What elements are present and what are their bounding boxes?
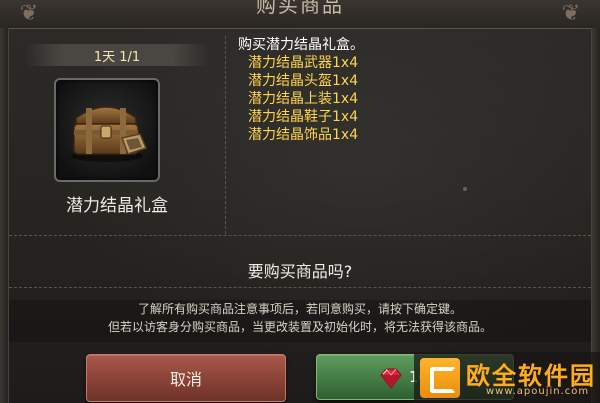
treasure-chest-icon	[71, 106, 148, 162]
dialog-header: ❦ 购买商品 ❦	[0, 0, 600, 29]
notice-line: 但若以访客身分购买商品，当更改装置及初始化时，将无法获得该商品。	[107, 320, 492, 334]
content-line: 潜力结晶饰品1x4	[248, 127, 359, 143]
frame-left-rail	[0, 28, 9, 403]
content-line: 潜力结晶上装1x4	[248, 91, 359, 107]
cancel-button-label: 取消	[169, 370, 202, 389]
content-line: 潜力结晶头盔1x4	[248, 73, 359, 89]
dialog-title: 购买商品	[256, 0, 344, 17]
ruby-gem-icon	[380, 368, 402, 389]
site-watermark: 欧全软件园 www.apoujin.com	[414, 352, 600, 403]
purchase-dialog: ❦ 购买商品 ❦ 1天 1/1 潜力结晶礼盒 购买潜力结晶礼盒。 潜力结晶武器1…	[0, 0, 600, 403]
watermark-logo-icon	[420, 358, 460, 398]
purchase-limit-bar: 1天 1/1	[25, 44, 209, 66]
content-line: 潜力结晶鞋子1x4	[248, 109, 359, 125]
notice-line: 了解所有购买商品注意事项后，若同意购买，请按下确定键。	[137, 302, 462, 316]
corner-ornament-icon: ❦	[561, 1, 581, 26]
item-description: 购买潜力结晶礼盒。 潜力结晶武器1x4 潜力结晶头盔1x4 潜力结晶上装1x4 …	[235, 36, 585, 234]
corner-ornament-icon: ❦	[19, 1, 39, 26]
item-name: 潜力结晶礼盒	[66, 196, 168, 216]
purchase-question: 要购买商品吗?	[247, 262, 353, 281]
cancel-button[interactable]: 取消	[86, 354, 286, 402]
watermark-url: www.apoujin.com	[486, 386, 590, 397]
divider	[9, 287, 591, 288]
item-panel: 1天 1/1 潜力结晶礼盒	[9, 36, 226, 234]
content-line: 潜力结晶武器1x4	[248, 55, 359, 71]
divider	[9, 235, 591, 236]
purchase-notice: 了解所有购买商品注意事项后，若同意购买，请按下确定键。 但若以访客身分购买商品，…	[9, 300, 591, 342]
frame-right-rail	[591, 28, 600, 403]
item-slot[interactable]	[54, 78, 160, 182]
decorative-dot	[463, 187, 467, 191]
purchase-limit-text: 1天 1/1	[93, 50, 141, 65]
description-title: 购买潜力结晶礼盒。	[238, 37, 364, 53]
